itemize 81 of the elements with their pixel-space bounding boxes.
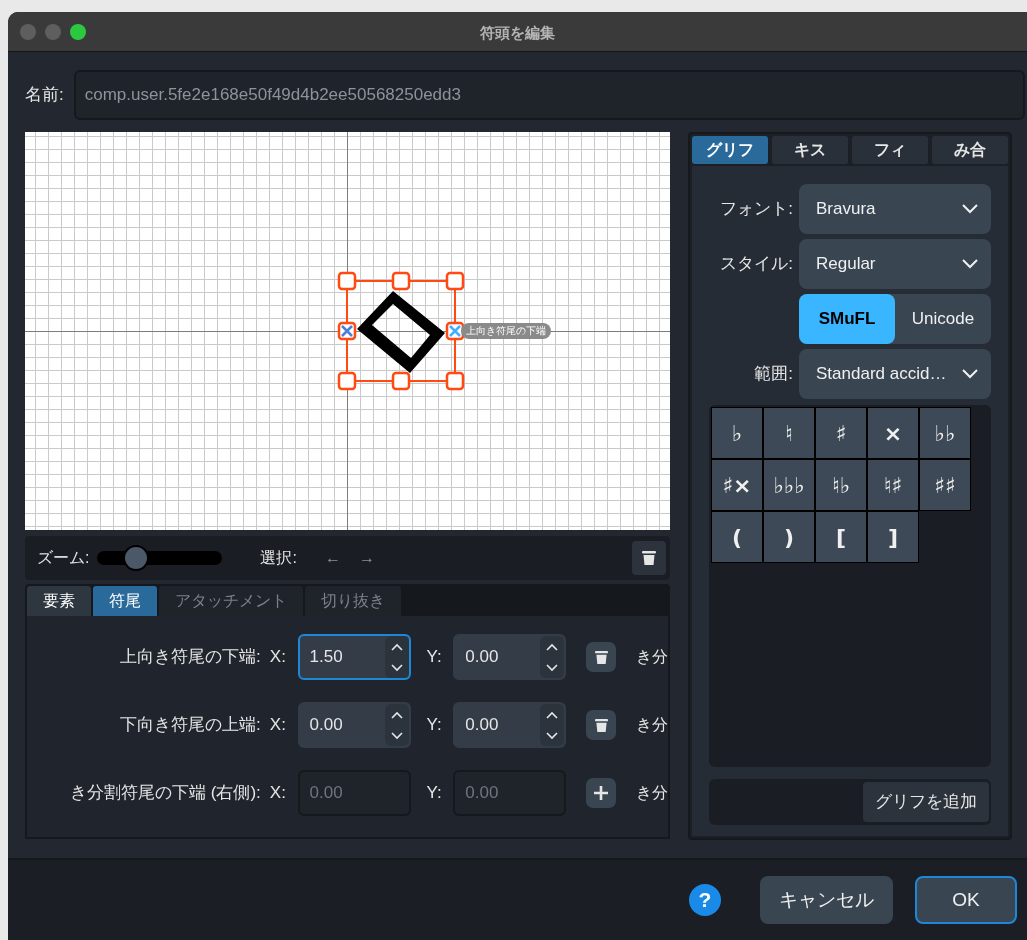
trash-icon <box>594 649 608 665</box>
field-label: 下向き符尾の上端: <box>119 714 261 737</box>
resize-handle[interactable] <box>337 271 357 291</box>
help-button[interactable]: ? <box>689 884 721 916</box>
x-label: X: <box>269 782 287 805</box>
glyph-button[interactable]: ♯♯ <box>919 459 971 511</box>
glyph-button[interactable]: ♮♭ <box>815 459 867 511</box>
range-label: 範囲: <box>753 363 794 386</box>
zoom-label: ズーム: <box>37 548 90 568</box>
attachment-label: 上向き符尾の下端 <box>461 323 551 339</box>
resize-handle[interactable] <box>391 271 411 291</box>
slider-thumb[interactable] <box>123 545 150 571</box>
delete-button[interactable] <box>632 541 666 575</box>
number-field[interactable]: 0.00 <box>453 770 567 816</box>
zoom-slider[interactable] <box>97 545 223 571</box>
attachment-point-icon[interactable] <box>445 321 465 341</box>
tab[interactable]: み合 <box>932 136 1008 164</box>
glyph-button[interactable]: ♭♭ <box>919 407 971 459</box>
segment-button[interactable]: SMuFL <box>799 294 895 344</box>
field-label: き分割符尾の下端 (右側): <box>69 782 261 805</box>
y-label: Y: <box>426 646 443 669</box>
spin-buttons[interactable] <box>384 704 409 746</box>
glyph-button[interactable]: [ <box>815 511 867 563</box>
y-label: Y: <box>426 714 443 737</box>
chevron-down-icon <box>962 259 978 269</box>
plus-icon <box>594 786 609 800</box>
number-field[interactable]: 0.00 <box>297 770 411 816</box>
glyph-button[interactable]: ♭♭♭ <box>763 459 815 511</box>
spin-buttons[interactable] <box>540 636 565 678</box>
cancel-button[interactable]: キャンセル <box>760 876 893 924</box>
spin-buttons[interactable] <box>384 636 409 678</box>
range-dropdown[interactable]: Standard accid… <box>799 349 991 399</box>
add-glyph-button[interactable]: グリフを追加 <box>863 782 989 822</box>
resize-handle[interactable] <box>391 371 411 391</box>
glyph-button[interactable]: × <box>867 407 919 459</box>
glyph-button[interactable]: ♯× <box>711 459 763 511</box>
y-label: Y: <box>426 782 443 805</box>
window-title: 符頭を編集 <box>480 23 555 43</box>
name-field[interactable]: comp.user.5fe2e168e50f49d4b2ee50568250edd3 <box>73 70 1025 120</box>
field-label: 上向き符尾の下端: <box>119 646 261 669</box>
add-button[interactable] <box>586 778 616 808</box>
resize-handle[interactable] <box>337 371 357 391</box>
zoom-button[interactable] <box>70 23 86 40</box>
resize-handle[interactable] <box>445 271 465 291</box>
glyph-button[interactable]: ♯ <box>815 407 867 459</box>
x-label: X: <box>269 646 287 669</box>
x-label: X: <box>269 714 287 737</box>
chevron-down-icon <box>962 369 978 379</box>
font-dropdown[interactable]: Bravura <box>799 184 991 234</box>
next-button[interactable]: → <box>358 546 375 570</box>
resize-handle[interactable] <box>445 371 465 391</box>
glyph-button[interactable]: ) <box>763 511 815 563</box>
trash-icon <box>642 550 656 566</box>
delete-button[interactable] <box>586 710 616 740</box>
tab[interactable]: フィ <box>852 136 928 164</box>
attachment-point-icon[interactable] <box>337 321 357 341</box>
ok-button[interactable]: OK <box>915 876 1017 924</box>
tab[interactable]: グリフ <box>692 136 768 164</box>
field-label: き分 <box>636 783 668 803</box>
previous-button[interactable]: ← <box>324 546 341 570</box>
chevron-down-icon <box>962 204 978 214</box>
segment-button[interactable]: Unicode <box>895 294 991 344</box>
style-label: スタイル: <box>719 253 794 276</box>
tab[interactable]: 符尾 <box>93 586 157 616</box>
glyph-button[interactable]: ♮ <box>763 407 815 459</box>
name-label: 名前: <box>25 84 64 107</box>
tab[interactable]: キス <box>772 136 848 164</box>
font-label: フォント: <box>719 198 794 221</box>
selection-label: 選択: <box>260 548 297 568</box>
trash-icon <box>594 717 608 733</box>
glyph-button[interactable]: ♭ <box>711 407 763 459</box>
field-label: き分 <box>636 647 668 667</box>
tab[interactable]: 要素 <box>27 586 91 616</box>
glyph-button[interactable]: ] <box>867 511 919 563</box>
field-label: き分 <box>636 715 668 735</box>
glyph-button[interactable]: ♮♯ <box>867 459 919 511</box>
glyph-button[interactable]: ( <box>711 511 763 563</box>
notehead-glyph[interactable] <box>357 291 445 373</box>
delete-button[interactable] <box>586 642 616 672</box>
spin-buttons[interactable] <box>540 704 565 746</box>
style-dropdown[interactable]: Regular <box>799 239 991 289</box>
